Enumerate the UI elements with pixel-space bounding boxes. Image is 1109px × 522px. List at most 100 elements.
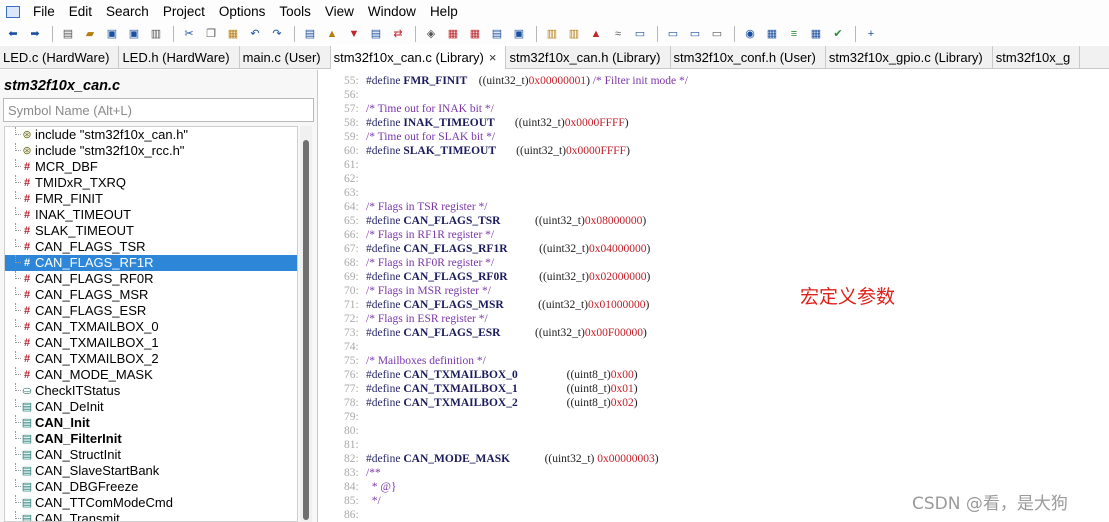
symbol-item[interactable]: ▤ CAN_SlaveStartBank	[5, 463, 297, 479]
jump-icon[interactable]: ▤	[367, 26, 385, 42]
menu-help[interactable]: Help	[423, 0, 465, 24]
line-number: 56:	[344, 89, 359, 101]
tile-icon[interactable]: ▭	[664, 26, 682, 42]
replace-icon[interactable]: ◈	[422, 26, 440, 42]
menu-tools[interactable]: Tools	[272, 0, 318, 24]
tab-stm32f10x-gpio-c[interactable]: stm32f10x_gpio.c (Library)	[826, 46, 993, 69]
symbol-search-input[interactable]	[3, 98, 314, 122]
symbol-item[interactable]: # CAN_MODE_MASK	[5, 367, 297, 383]
undo-icon[interactable]: ↶	[246, 26, 264, 42]
add-icon[interactable]: +	[862, 26, 880, 42]
symbol-icon[interactable]: ▥	[543, 26, 561, 42]
split-icon[interactable]: ▭	[631, 26, 649, 42]
print-icon[interactable]: ▥	[147, 26, 165, 42]
symbol-item[interactable]: # SLAK_TIMEOUT	[5, 223, 297, 239]
code-token: CAN_MODE_MASK	[403, 453, 511, 465]
save-all-icon[interactable]: ▣	[125, 26, 143, 42]
symbol-item[interactable]: ▤ CAN_FilterInit	[5, 431, 297, 447]
symbol-tree-scrollbar[interactable]	[300, 126, 312, 522]
symbol-item[interactable]: ▤ CAN_TTComModeCmd	[5, 495, 297, 511]
symbol-item[interactable]: ⊛ include "stm32f10x_rcc.h"	[5, 143, 297, 159]
line-number: 82:	[344, 453, 359, 465]
bookmark-icon[interactable]: ⇄	[389, 26, 407, 42]
find-icon[interactable]: ▦	[444, 26, 462, 42]
symbol-name: INAK_TIMEOUT	[35, 207, 132, 222]
open-icon[interactable]: ▰	[81, 26, 99, 42]
context-icon[interactable]: ◉	[741, 26, 759, 42]
tab-led-c[interactable]: LED.c (HardWare)	[0, 46, 120, 69]
symbol-item[interactable]: # FMR_FINIT	[5, 191, 297, 207]
redo-icon[interactable]: ↷	[268, 26, 286, 42]
relation-icon[interactable]: ▦	[763, 26, 781, 42]
symbol-name: SLAK_TIMEOUT	[35, 223, 134, 238]
scrollbar-thumb[interactable]	[303, 140, 309, 520]
code-token: )	[654, 453, 659, 465]
symbol-item[interactable]: ▤ CAN_DBGFreeze	[5, 479, 297, 495]
symbol-item[interactable]: # CAN_FLAGS_RF1R	[5, 255, 297, 271]
symbol-item[interactable]: ⊛ include "stm32f10x_can.h"	[5, 127, 297, 143]
menu-edit[interactable]: Edit	[62, 0, 99, 24]
symbol-item[interactable]: # INAK_TIMEOUT	[5, 207, 297, 223]
back-icon[interactable]: ⬅	[4, 26, 22, 42]
paste-icon[interactable]: ▦	[224, 26, 242, 42]
cut-icon[interactable]: ✂	[180, 26, 198, 42]
compare-icon[interactable]: ≈	[609, 26, 627, 42]
pin-icon[interactable]: ▭	[708, 26, 726, 42]
menu-project[interactable]: Project	[156, 0, 212, 24]
layout-icon[interactable]: ▣	[510, 26, 528, 42]
browse-icon[interactable]: ▲	[323, 26, 341, 42]
symbol-item[interactable]: ▤ CAN_Init	[5, 415, 297, 431]
symbol-item[interactable]: ⛀ CheckITStatus	[5, 383, 297, 399]
close-icon[interactable]: ×	[489, 50, 497, 65]
symbol-item[interactable]: # MCR_DBF	[5, 159, 297, 175]
symbol-item[interactable]: # TMIDxR_TXRQ	[5, 175, 297, 191]
symbol-item[interactable]: # CAN_FLAGS_RF0R	[5, 271, 297, 287]
copy-icon[interactable]: ❐	[202, 26, 220, 42]
symbol-item[interactable]: ▤ CAN_Transmit	[5, 511, 297, 521]
symbol-item[interactable]: ▤ CAN_StructInit	[5, 447, 297, 463]
menu-view[interactable]: View	[318, 0, 361, 24]
symbol-item[interactable]: # CAN_FLAGS_MSR	[5, 287, 297, 303]
tab-stm32f10x-conf-h[interactable]: stm32f10x_conf.h (User)	[671, 46, 826, 69]
cascade-icon[interactable]: ▭	[686, 26, 704, 42]
code-line: 66: /* Flags in RF1R register */	[344, 228, 494, 242]
menu-options[interactable]: Options	[212, 0, 273, 24]
code-token: #define	[366, 271, 404, 283]
tab-stm32f10x-g[interactable]: stm32f10x_g	[993, 46, 1081, 69]
window-icon[interactable]: ▤	[488, 26, 506, 42]
save-icon[interactable]: ▣	[103, 26, 121, 42]
line-number: 71:	[344, 299, 359, 311]
symbol-item[interactable]: # CAN_TXMAILBOX_2	[5, 351, 297, 367]
symbol-item[interactable]: # CAN_FLAGS_TSR	[5, 239, 297, 255]
symbol-item[interactable]: ▤ CAN_DeInit	[5, 399, 297, 415]
check-icon[interactable]: ▲	[587, 26, 605, 42]
symbol-item[interactable]: # CAN_FLAGS_ESR	[5, 303, 297, 319]
code-line: 76: #define CAN_TXMAILBOX_0 ((uint8_t)0x0…	[344, 368, 638, 382]
help-icon[interactable]: ✔	[829, 26, 847, 42]
new-file-icon[interactable]: ▤	[59, 26, 77, 42]
project-icon[interactable]: ▤	[301, 26, 319, 42]
build-icon[interactable]: ▼	[345, 26, 363, 42]
code-token: #define	[366, 299, 404, 311]
line-number: 76:	[344, 369, 359, 381]
symbol-item[interactable]: # CAN_TXMAILBOX_0	[5, 319, 297, 335]
find-next-icon[interactable]: ▦	[466, 26, 484, 42]
sync-icon[interactable]: ▦	[807, 26, 825, 42]
menu-search[interactable]: Search	[99, 0, 156, 24]
tab-led-h[interactable]: LED.h (HardWare)	[119, 46, 240, 69]
refs-icon[interactable]: ▥	[565, 26, 583, 42]
code-token: /* Mailboxes definition */	[366, 355, 486, 367]
code-editor[interactable]: 55: #define FMR_FINIT ((uint32_t)0x000000…	[330, 70, 1109, 522]
menu-file[interactable]: File	[26, 0, 62, 24]
tab-stm32f10x-can-h[interactable]: stm32f10x_can.h (Library)	[506, 46, 671, 69]
menu-window[interactable]: Window	[361, 0, 423, 24]
code-line: 64: /* Flags in TSR register */	[344, 200, 488, 214]
outline-icon[interactable]: ≡	[785, 26, 803, 42]
tab-bar: LED.c (HardWare) LED.h (HardWare) main.c (…	[0, 46, 1109, 69]
line-number: 63:	[344, 187, 359, 199]
tab-main-c[interactable]: main.c (User)	[240, 46, 331, 69]
tab-stm32f10x-can-c[interactable]: stm32f10x_can.c (Library) ×	[330, 46, 507, 69]
symbol-item[interactable]: # CAN_TXMAILBOX_1	[5, 335, 297, 351]
forward-icon[interactable]: ➡	[26, 26, 44, 42]
include-icon: ⊛	[22, 129, 32, 141]
